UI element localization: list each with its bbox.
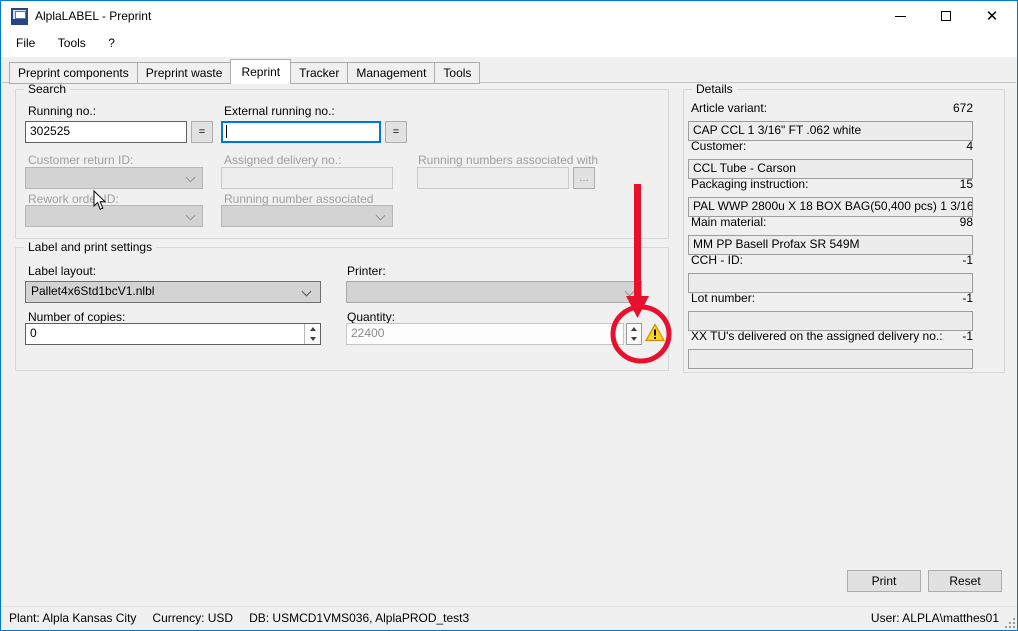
running-no-equals-button[interactable]: = [191,121,213,143]
assigned-delivery-no-label: Assigned delivery no.: [224,153,341,167]
running-no-label: Running no.: [28,104,96,118]
status-db: DB: USMCD1VMS036, AlplaPROD_test3 [249,611,469,625]
xx-tus-delivered-value [688,349,973,369]
title-bar: AlplaLABEL - Preprint ✕ [1,1,1017,31]
menu-bar: File Tools ? [1,31,1017,57]
cch-id-id: -1 [913,253,973,267]
cch-id-label: CCH - ID: [691,253,743,267]
assigned-delivery-no-input[interactable] [221,167,393,189]
label-print-settings-group: Label and print settings [15,247,669,371]
label-layout-label: Label layout: [28,264,96,278]
lot-number-id: -1 [913,291,973,305]
close-icon: ✕ [986,9,999,24]
customer-return-id-label: Customer return ID: [28,153,133,167]
packaging-instruction-label: Packaging instruction: [691,177,808,191]
main-material-label: Main material: [691,215,766,229]
arrow-down-icon [310,337,316,341]
external-running-no-label: External running no.: [224,104,335,118]
chevron-down-icon [376,211,386,221]
running-number-associated-select[interactable] [221,205,393,227]
tab-strip: Preprint components Preprint waste Repri… [9,59,480,84]
arrow-down-icon [631,337,637,341]
printer-select[interactable] [346,281,642,303]
quantity-up-button[interactable] [627,324,641,334]
running-no-input[interactable]: 302525 [25,121,187,143]
text-caret [226,125,227,138]
running-number-associated-label: Running number associated [224,192,373,206]
number-of-copies-label: Number of copies: [28,310,125,324]
rework-order-id-select[interactable] [25,205,203,227]
main-material-value: MM PP Basell Profax SR 549M [688,235,973,255]
minimize-icon [895,16,906,17]
stepper-buttons [304,324,320,344]
running-numbers-associated-with-label: Running numbers associated with [418,153,598,167]
tab-reprint[interactable]: Reprint [230,59,291,84]
lot-number-value [688,311,973,331]
close-button[interactable]: ✕ [969,1,1015,31]
stepper-up-button[interactable] [305,324,320,334]
tab-tools[interactable]: Tools [434,62,480,84]
status-currency: Currency: USD [152,611,233,625]
main-material-id: 98 [913,215,973,229]
external-running-no-equals-button[interactable]: = [385,121,407,143]
print-button[interactable]: Print [847,570,921,592]
number-of-copies-stepper[interactable]: 0 [25,323,321,345]
search-group-legend: Search [24,82,70,96]
app-window: AlplaLABEL - Preprint ✕ File Tools ? Pre… [0,0,1018,631]
tab-preprint-components[interactable]: Preprint components [9,62,138,84]
packaging-instruction-value: PAL WWP 2800u X 18 BOX BAG(50,400 pcs) 1… [688,197,973,217]
status-plant: Plant: Alpla Kansas City [9,611,136,625]
menu-file[interactable]: File [7,31,44,55]
minimize-button[interactable] [877,1,923,31]
external-running-no-input[interactable] [221,121,381,143]
printer-label: Printer: [347,264,386,278]
rework-order-id-label: Rework order ID: [28,192,119,206]
reset-button[interactable]: Reset [928,570,1002,592]
menu-help[interactable]: ? [99,31,124,55]
status-user: User: ALPLA\matthes01 [871,611,999,625]
cch-id-value [688,273,973,293]
maximize-icon [941,11,951,21]
details-group-legend: Details [692,82,737,96]
customer-value: CCL Tube - Carson [688,159,973,179]
running-numbers-associated-with-input[interactable] [417,167,569,189]
arrow-up-icon [310,327,316,331]
customer-return-id-select[interactable] [25,167,203,189]
quantity-stepper[interactable] [626,323,642,345]
menu-tools[interactable]: Tools [49,31,95,55]
maximize-button[interactable] [923,1,969,31]
packaging-instruction-id: 15 [913,177,973,191]
status-bar: Plant: Alpla Kansas City Currency: USD D… [1,606,1017,630]
label-layout-select[interactable]: Pallet4x6Std1bcV1.nlbl [25,281,321,303]
article-variant-label: Article variant: [691,101,767,115]
chevron-down-icon [625,287,635,297]
xx-tus-delivered-id: -1 [913,329,973,343]
stepper-down-button[interactable] [305,334,320,344]
alplalabel-app-icon [11,8,28,25]
article-variant-value: CAP CCL 1 3/16" FT .062 white [688,121,973,141]
lot-number-label: Lot number: [691,291,755,305]
quantity-input[interactable]: 22400 [346,323,624,345]
tab-tracker[interactable]: Tracker [290,62,348,84]
article-variant-id: 672 [913,101,973,115]
tab-preprint-waste[interactable]: Preprint waste [137,62,232,84]
customer-label: Customer: [691,139,746,153]
chevron-down-icon [186,211,196,221]
tab-management[interactable]: Management [347,62,435,84]
customer-id: 4 [913,139,973,153]
quantity-down-button[interactable] [627,334,641,344]
number-of-copies-value: 0 [30,326,37,340]
running-numbers-browse-button[interactable]: ... [573,167,595,189]
resize-grip-icon[interactable] [1005,618,1015,628]
chevron-down-icon [186,173,196,183]
xx-tus-delivered-label: XX TU's delivered on the assigned delive… [691,329,943,343]
quantity-label: Quantity: [347,310,395,324]
label-print-settings-legend: Label and print settings [24,240,156,254]
arrow-up-icon [631,327,637,331]
window-title: AlplaLABEL - Preprint [35,1,151,31]
